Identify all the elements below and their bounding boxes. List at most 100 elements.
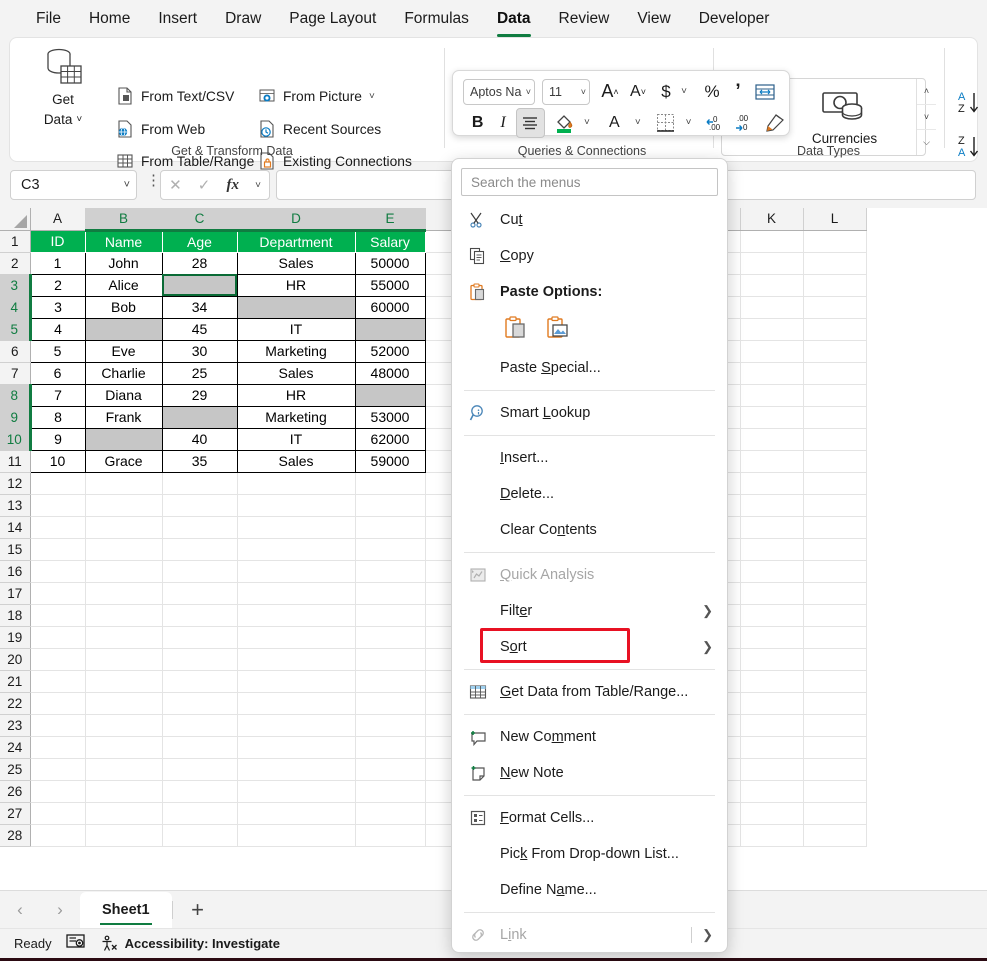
- currencies-data-type[interactable]: Currencies: [792, 87, 897, 146]
- cell-A28[interactable]: [30, 824, 86, 847]
- cell-A15[interactable]: [30, 538, 86, 561]
- row-header-15[interactable]: 15: [0, 538, 31, 561]
- ribbon-tab-view[interactable]: View: [623, 6, 684, 32]
- cell-A27[interactable]: [30, 802, 86, 825]
- cell-L4[interactable]: [803, 296, 867, 319]
- row-header-13[interactable]: 13: [0, 494, 31, 517]
- cell-L14[interactable]: [803, 516, 867, 539]
- sort-ascending-button[interactable]: A Z: [951, 84, 987, 122]
- cell-D21[interactable]: [237, 670, 356, 693]
- font-color-button[interactable]: A: [600, 110, 629, 136]
- menu-item-copy[interactable]: Copy: [452, 238, 727, 274]
- cell-E9[interactable]: 53000: [354, 405, 426, 429]
- row-header-7[interactable]: 7: [0, 362, 31, 385]
- cell-C22[interactable]: [162, 692, 238, 715]
- cell-K17[interactable]: [740, 582, 804, 605]
- menu-item-sort[interactable]: Sort ❯: [452, 629, 727, 665]
- chevron-down-icon[interactable]: ˅: [676, 79, 692, 105]
- data-types-scroll-up[interactable]: ˄: [917, 79, 936, 105]
- cell-A14[interactable]: [30, 516, 86, 539]
- menu-item-new-comment[interactable]: New Comment: [452, 719, 727, 755]
- cell-E15[interactable]: [355, 538, 426, 561]
- cell-E19[interactable]: [355, 626, 426, 649]
- cell-B13[interactable]: [85, 494, 163, 517]
- row-header-4[interactable]: 4: [0, 296, 32, 319]
- cell-K6[interactable]: [740, 340, 804, 363]
- cell-K15[interactable]: [740, 538, 804, 561]
- cell-E28[interactable]: [355, 824, 426, 847]
- cell-B9[interactable]: Frank: [84, 405, 163, 429]
- cell-K10[interactable]: [740, 428, 804, 451]
- cell-L2[interactable]: [803, 252, 867, 275]
- cell-B19[interactable]: [85, 626, 163, 649]
- menu-item-pick-from-drop-down-list[interactable]: Pick From Drop-down List...: [452, 836, 727, 872]
- comma-format-button[interactable]: ’: [726, 79, 750, 105]
- chevron-down-icon[interactable]: ˅: [629, 110, 647, 136]
- center-align-button[interactable]: [515, 107, 545, 138]
- cell-C19[interactable]: [162, 626, 238, 649]
- cell-E27[interactable]: [355, 802, 426, 825]
- cell-B14[interactable]: [85, 516, 163, 539]
- cell-D16[interactable]: [237, 560, 356, 583]
- chevron-down-icon[interactable]: ˅: [526, 87, 531, 97]
- cell-K16[interactable]: [740, 560, 804, 583]
- cell-E2[interactable]: 50000: [354, 251, 426, 275]
- percent-format-button[interactable]: %: [698, 79, 726, 105]
- cell-L12[interactable]: [803, 472, 867, 495]
- cell-B2[interactable]: John: [84, 251, 163, 275]
- cell-D25[interactable]: [237, 758, 356, 781]
- ribbon-tab-developer[interactable]: Developer: [685, 6, 784, 32]
- cell-B26[interactable]: [85, 780, 163, 803]
- cell-B25[interactable]: [85, 758, 163, 781]
- cell-E1[interactable]: Salary: [355, 230, 426, 253]
- cell-A2[interactable]: 1: [29, 251, 86, 275]
- cell-E3[interactable]: 55000: [354, 273, 426, 297]
- select-all-corner[interactable]: [0, 208, 31, 231]
- cell-A22[interactable]: [30, 692, 86, 715]
- sort-descending-button[interactable]: Z A: [951, 128, 987, 166]
- record-macro-button[interactable]: [65, 933, 86, 954]
- cell-K26[interactable]: [740, 780, 804, 803]
- from-picture-button[interactable]: From Picture ˅: [258, 83, 375, 109]
- cell-E11[interactable]: 59000: [354, 449, 426, 473]
- row-header-21[interactable]: 21: [0, 670, 31, 693]
- ribbon-tab-draw[interactable]: Draw: [211, 6, 275, 32]
- cell-L7[interactable]: [803, 362, 867, 385]
- column-header-k[interactable]: K: [740, 208, 804, 231]
- row-header-11[interactable]: 11: [0, 450, 31, 473]
- ribbon-tab-home[interactable]: Home: [75, 6, 144, 32]
- menu-item-new-note[interactable]: New Note: [452, 755, 727, 791]
- cell-K4[interactable]: [740, 296, 804, 319]
- from-web-button[interactable]: From Web: [116, 116, 205, 142]
- cell-E6[interactable]: 52000: [354, 339, 426, 363]
- cell-A21[interactable]: [30, 670, 86, 693]
- cell-D26[interactable]: [237, 780, 356, 803]
- cell-K11[interactable]: [740, 450, 804, 473]
- cell-B12[interactable]: [85, 472, 163, 495]
- cell-K23[interactable]: [740, 714, 804, 737]
- cell-A6[interactable]: 5: [29, 339, 86, 363]
- cell-K20[interactable]: [740, 648, 804, 671]
- cell-D17[interactable]: [237, 582, 356, 605]
- add-sheet-button[interactable]: +: [173, 891, 223, 929]
- row-header-9[interactable]: 9: [0, 406, 32, 429]
- cell-C1[interactable]: Age: [162, 230, 238, 253]
- cell-L5[interactable]: [803, 318, 867, 341]
- cell-E10[interactable]: 62000: [354, 427, 426, 451]
- cell-L28[interactable]: [803, 824, 867, 847]
- cell-D1[interactable]: Department: [237, 230, 356, 253]
- cell-D3[interactable]: HR: [236, 273, 356, 297]
- chevron-right-icon[interactable]: ❯: [702, 603, 713, 619]
- get-data-button[interactable]: Get Data ˅: [32, 46, 94, 150]
- cell-C15[interactable]: [162, 538, 238, 561]
- sheet-tab-sheet1[interactable]: Sheet1: [80, 891, 172, 928]
- cell-K3[interactable]: [740, 274, 804, 297]
- ribbon-tab-review[interactable]: Review: [545, 6, 624, 32]
- borders-button[interactable]: [651, 110, 680, 136]
- cell-L16[interactable]: [803, 560, 867, 583]
- cell-K28[interactable]: [740, 824, 804, 847]
- row-header-5[interactable]: 5: [0, 318, 32, 341]
- menu-item-get-data-from-table-range[interactable]: Get Data from Table/Range...: [452, 674, 727, 710]
- cell-D20[interactable]: [237, 648, 356, 671]
- cell-C11[interactable]: 35: [161, 449, 238, 473]
